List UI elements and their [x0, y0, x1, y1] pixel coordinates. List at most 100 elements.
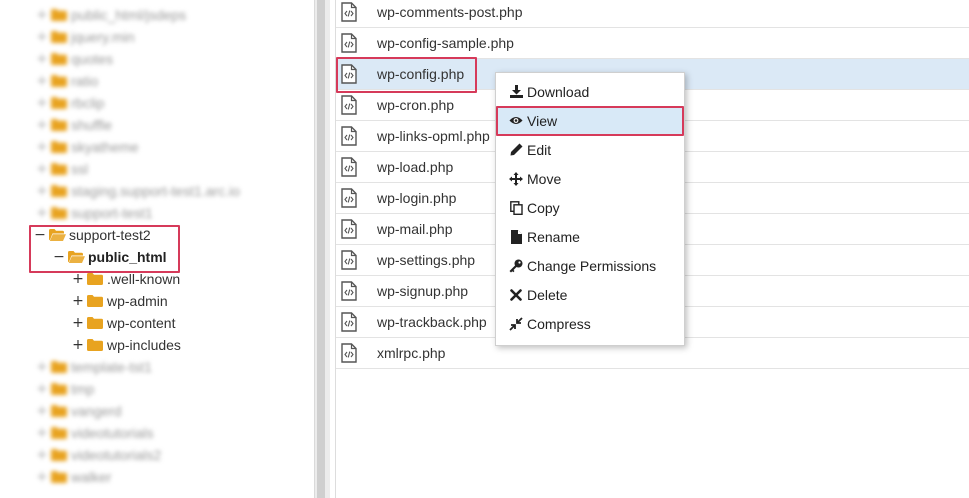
menu-item-label: Change Permissions: [527, 257, 657, 274]
tree-item[interactable]: + ssl: [36, 158, 88, 180]
file-name: wp-signup.php: [377, 283, 469, 299]
menu-item-rename[interactable]: Rename: [496, 222, 684, 251]
expand-icon[interactable]: +: [72, 315, 84, 331]
tree-item[interactable]: + videotutorials: [36, 422, 153, 444]
tree-item[interactable]: + rbclip: [36, 92, 104, 114]
file-name: xmlrpc.php: [377, 345, 446, 361]
compress-icon: [509, 316, 523, 331]
expand-icon[interactable]: +: [36, 359, 48, 375]
copy-icon: [509, 200, 523, 215]
context-menu: Download View Edit Move Copy Rename Change Per…: [495, 72, 685, 346]
php-file-icon: [341, 95, 357, 115]
folder-icon: [87, 317, 103, 329]
tree-item[interactable]: + template-tst1: [36, 356, 152, 378]
folder-icon: [51, 427, 67, 439]
folder-icon: [51, 471, 67, 483]
tree-item-label: .well-known: [107, 271, 181, 287]
folder-icon: [51, 75, 67, 87]
php-file-icon: [341, 343, 357, 363]
file-row[interactable]: wp-comments-post.php: [336, 0, 969, 28]
file-name: wp-config-sample.php: [377, 35, 514, 51]
php-file-icon: [341, 157, 357, 177]
expand-icon[interactable]: +: [72, 271, 84, 287]
menu-item-change-permissions[interactable]: Change Permissions: [496, 251, 684, 280]
expand-icon[interactable]: +: [36, 425, 48, 441]
tree-item[interactable]: + support-test1: [36, 202, 153, 224]
php-file-icon: [341, 188, 357, 208]
folder-icon: [51, 449, 67, 461]
tree-item[interactable]: + staging.support-test1.arc.io: [36, 180, 240, 202]
tree-item-label: vangerd: [71, 403, 122, 419]
folder-icon: [51, 97, 67, 109]
splitter-handle[interactable]: [317, 0, 325, 498]
tree-item[interactable]: + shuffle: [36, 114, 112, 136]
tree-item[interactable]: + videotutorials2: [36, 444, 161, 466]
tree-item[interactable]: + public_html/jsdeps: [36, 4, 186, 26]
tree-item-label: walker: [71, 469, 112, 485]
menu-item-label: Download: [527, 83, 590, 100]
menu-item-delete[interactable]: Delete: [496, 280, 684, 309]
expand-icon[interactable]: +: [72, 337, 84, 353]
tree-item[interactable]: + skyatheme: [36, 136, 139, 158]
menu-item-move[interactable]: Move: [496, 164, 684, 193]
file-name: wp-comments-post.php: [377, 4, 523, 20]
folder-icon: [51, 405, 67, 417]
expand-icon[interactable]: +: [36, 381, 48, 397]
tree-item-label: staging.support-test1.arc.io: [71, 183, 240, 199]
tree-item-label: support-test1: [71, 205, 153, 221]
expand-icon[interactable]: +: [72, 293, 84, 309]
tree-item-label: jquery.min: [71, 29, 135, 45]
tree-item[interactable]: + walker: [36, 466, 111, 488]
php-file-icon: [341, 33, 357, 53]
expand-icon[interactable]: +: [36, 469, 48, 485]
menu-item-download[interactable]: Download: [496, 77, 684, 106]
highlight-frame: [336, 57, 477, 93]
tree-item[interactable]: + wp-includes: [72, 334, 181, 356]
tree-item-label: rbclip: [71, 95, 105, 111]
file-name: wp-links-opml.php: [377, 128, 490, 144]
tree-item[interactable]: + wp-admin: [72, 290, 168, 312]
pane-splitter[interactable]: [314, 0, 330, 498]
tree-item-label: ssl: [71, 161, 89, 177]
file-icon: [509, 229, 523, 244]
expand-icon[interactable]: +: [36, 161, 48, 177]
expand-icon[interactable]: +: [36, 29, 48, 45]
expand-icon[interactable]: +: [36, 7, 48, 23]
tree-item[interactable]: + jquery.min: [36, 26, 135, 48]
tree-item[interactable]: + wp-content: [72, 312, 175, 334]
expand-icon[interactable]: +: [36, 205, 48, 221]
file-row[interactable]: wp-config-sample.php: [336, 28, 969, 59]
folder-icon: [51, 163, 67, 175]
menu-item-edit[interactable]: Edit: [496, 135, 684, 164]
tree-item-label: shuffle: [71, 117, 112, 133]
highlight-frame: [29, 225, 180, 273]
tree-item[interactable]: + vangerd: [36, 400, 122, 422]
expand-icon[interactable]: +: [36, 95, 48, 111]
menu-item-copy[interactable]: Copy: [496, 193, 684, 222]
folder-icon: [51, 9, 67, 21]
expand-icon[interactable]: +: [36, 403, 48, 419]
folder-icon: [51, 383, 67, 395]
expand-icon[interactable]: +: [36, 51, 48, 67]
php-file-icon: [341, 281, 357, 301]
folder-icon: [51, 141, 67, 153]
expand-icon[interactable]: +: [36, 447, 48, 463]
expand-icon[interactable]: +: [36, 139, 48, 155]
menu-item-compress[interactable]: Compress: [496, 309, 684, 338]
menu-item-label: Edit: [527, 141, 552, 158]
expand-icon[interactable]: +: [36, 183, 48, 199]
file-name: wp-mail.php: [377, 221, 453, 237]
expand-icon[interactable]: +: [36, 73, 48, 89]
tree-item[interactable]: + tmp: [36, 378, 94, 400]
php-file-icon: [341, 2, 357, 22]
tree-item[interactable]: + quotes: [36, 48, 113, 70]
menu-item-label: Copy: [527, 199, 560, 216]
folder-tree: + public_html/jsdeps + jquery.min + quotes + ra…: [0, 0, 314, 498]
folder-icon: [87, 295, 103, 307]
tree-item[interactable]: + ratio: [36, 70, 98, 92]
tree-item-label: public_html/jsdeps: [71, 7, 187, 23]
expand-icon[interactable]: +: [36, 117, 48, 133]
tree-item-label: tmp: [71, 381, 95, 397]
folder-icon: [51, 31, 67, 43]
download-icon: [509, 85, 523, 99]
